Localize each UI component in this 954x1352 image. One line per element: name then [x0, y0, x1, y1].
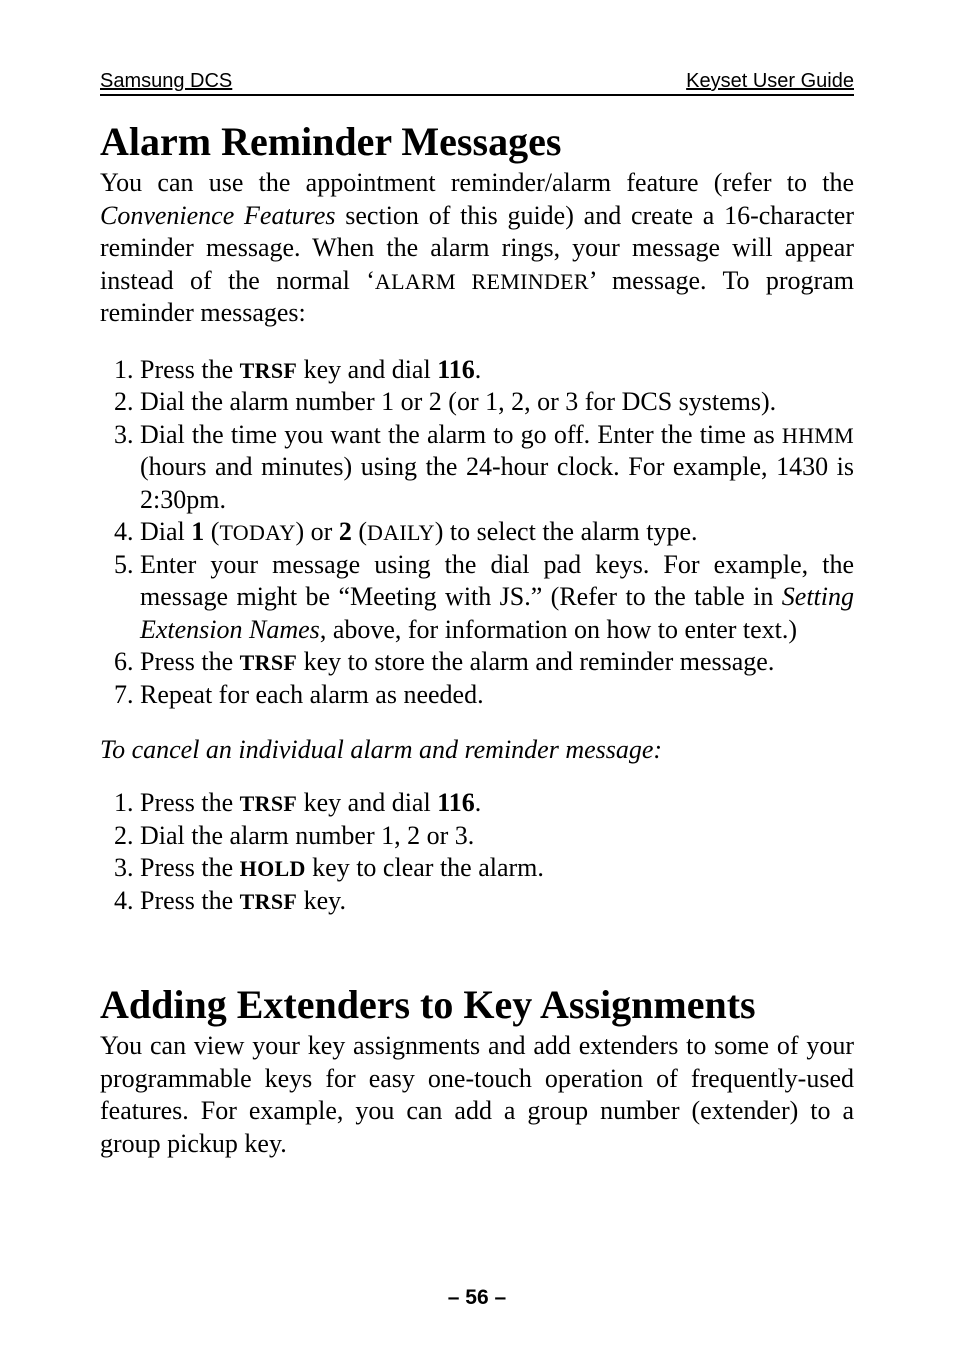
c4-a: Press the [140, 886, 240, 915]
step1-116: 116 [437, 355, 475, 384]
step4-1: 1 [191, 517, 204, 546]
c1-c: key and dial [297, 788, 437, 817]
step4-today: TODAY [219, 520, 295, 545]
step4-g: ( [352, 517, 367, 546]
step3-hhmm: HHMM [782, 423, 854, 448]
step-6: Press the TRSF key to store the alarm an… [140, 646, 854, 679]
header-left: Samsung DCS [100, 70, 232, 93]
c1-trsf: TRSF [240, 791, 297, 816]
c1-a: Press the [140, 788, 240, 817]
section2-title: Adding Extenders to Key Assignments [100, 981, 854, 1028]
cancel-step-2: Dial the alarm number 1, 2 or 3. [140, 820, 854, 853]
section1-intro: You can use the appointment reminder/ala… [100, 167, 854, 330]
step-7: Repeat for each alarm as needed. [140, 679, 854, 712]
step4-a: Dial [140, 517, 191, 546]
cancel-step-3: Press the HOLD key to clear the alarm. [140, 852, 854, 885]
step-1: Press the TRSF key and dial 116. [140, 354, 854, 387]
step3-a: Dial the time you want the alarm to go o… [140, 420, 782, 449]
step1-c: key and dial [297, 355, 437, 384]
step-2: Dial the alarm number 1 or 2 (or 1, 2, o… [140, 386, 854, 419]
page-number: – 56 – [0, 1286, 954, 1310]
step-5: Enter your message using the dial pad ke… [140, 549, 854, 647]
intro-smallcaps: ALARM REMINDER [375, 269, 589, 294]
step4-2: 2 [339, 517, 352, 546]
step6-c: key to store the alarm and reminder mess… [297, 647, 774, 676]
step-3: Dial the time you want the alarm to go o… [140, 419, 854, 517]
step-4: Dial 1 (TODAY) or 2 (DAILY) to select th… [140, 516, 854, 549]
c1-e: . [475, 788, 482, 817]
step1-e: . [475, 355, 482, 384]
cancel-step-4: Press the TRSF key. [140, 885, 854, 918]
step5-a: Enter your message using the dial pad ke… [140, 550, 854, 612]
section-gap [100, 941, 854, 981]
section1-steps: Press the TRSF key and dial 116. Dial th… [100, 354, 854, 712]
header-right: Keyset User Guide [686, 70, 854, 93]
intro-pre: You can use the appointment reminder/ala… [100, 168, 854, 197]
section2-intro: You can view your key assignments and ad… [100, 1030, 854, 1160]
step1-trsf: TRSF [240, 358, 297, 383]
step4-c: ( [204, 517, 219, 546]
section1-title: Alarm Reminder Messages [100, 118, 854, 165]
c3-hold: HOLD [240, 856, 306, 881]
cancel-note: To cancel an individual alarm and remind… [100, 735, 854, 765]
cancel-steps: Press the TRSF key and dial 116. Dial th… [100, 787, 854, 917]
step4-i: ) to select the alarm type. [435, 517, 698, 546]
c4-trsf: TRSF [240, 889, 297, 914]
step6-trsf: TRSF [240, 650, 297, 675]
step4-e: ) or [296, 517, 339, 546]
intro-italic: Convenience Features [100, 201, 336, 230]
page: Samsung DCS Keyset User Guide Alarm Remi… [0, 0, 954, 1352]
c3-a: Press the [140, 853, 240, 882]
c4-c: key. [297, 886, 346, 915]
c3-c: key to clear the alarm. [306, 853, 544, 882]
step5-c: , above, for information on how to enter… [320, 615, 797, 644]
cancel-step-1: Press the TRSF key and dial 116. [140, 787, 854, 820]
step6-a: Press the [140, 647, 240, 676]
step1-a: Press the [140, 355, 240, 384]
step4-daily: DAILY [367, 520, 435, 545]
step3-c: (hours and minutes) using the 24-hour cl… [140, 452, 854, 514]
page-header: Samsung DCS Keyset User Guide [100, 70, 854, 96]
c1-116: 116 [437, 788, 475, 817]
